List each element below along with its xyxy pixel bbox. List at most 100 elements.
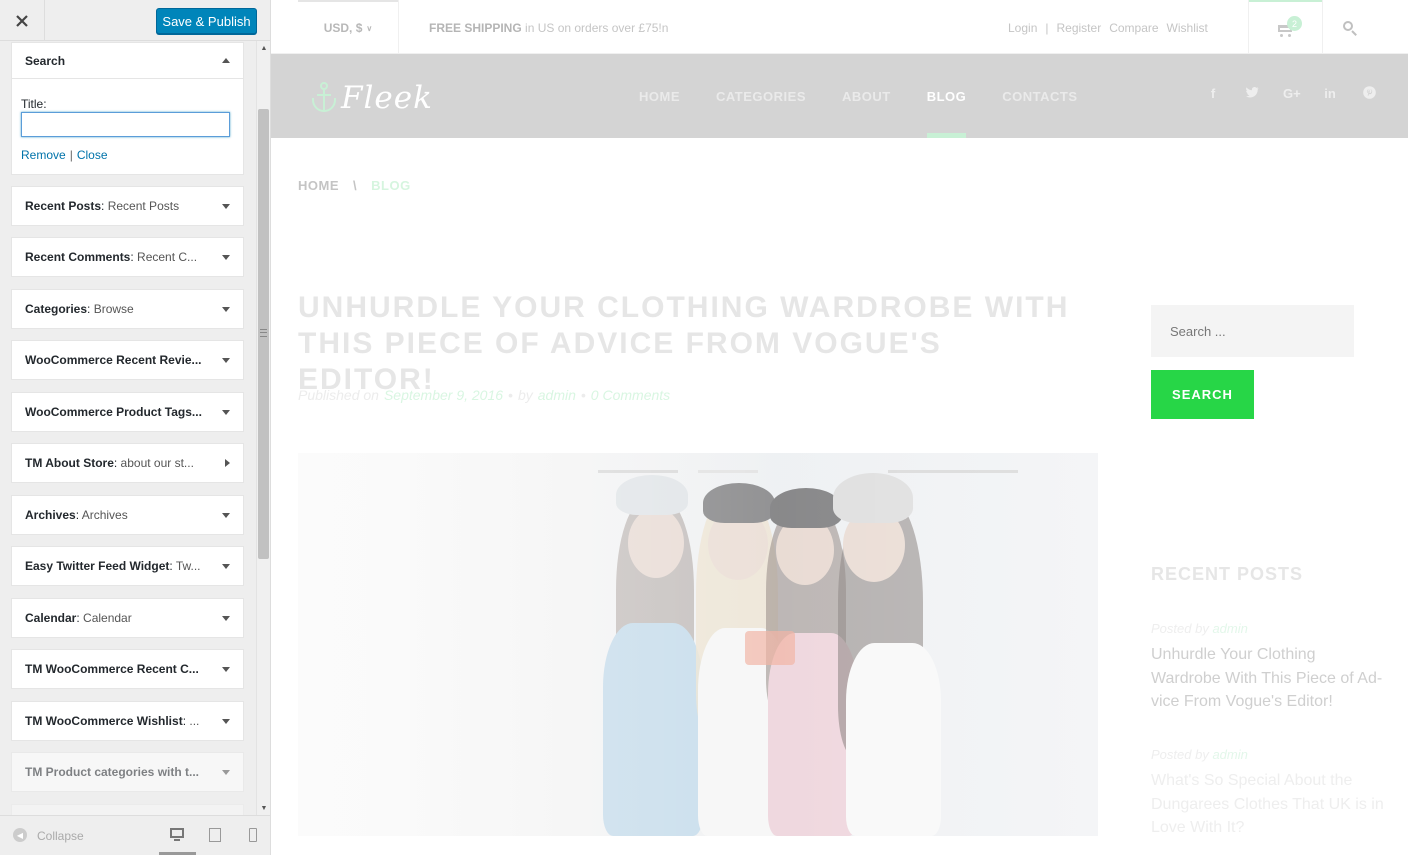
widget-type: TM About Store: [25, 456, 114, 470]
site-topbar: USD, $ ∨ FREE SHIPPING in US on orders o…: [271, 0, 1408, 54]
widget-type: Categories: [25, 302, 88, 316]
site-logo[interactable]: Fleek: [311, 80, 433, 116]
chevron-down-icon: ∨: [366, 23, 373, 33]
widget-instance-title: Archives: [81, 508, 128, 522]
widget-item[interactable]: Easy Twitter Feed Widget: Tw...: [11, 546, 244, 586]
expand-arrow-icon[interactable]: [222, 254, 230, 260]
customizer-sidebar: Save & Publish Search Title: Remove | Cl…: [0, 0, 271, 855]
nav-item-home[interactable]: HOME: [639, 54, 680, 138]
save-publish-button[interactable]: Save & Publish: [156, 8, 257, 34]
widget-type: Archives: [25, 508, 76, 522]
social-links: f G+ in: [1205, 86, 1377, 102]
expand-arrow-icon[interactable]: [222, 306, 230, 312]
nav-item-categories[interactable]: CATEGORIES: [716, 54, 806, 138]
sidebar-search-input[interactable]: Search ...: [1151, 305, 1354, 357]
facebook-icon[interactable]: f: [1205, 86, 1221, 102]
scroll-thumb[interactable]: [258, 109, 269, 559]
recent-post-link[interactable]: What's So Special About the Dungarees Cl…: [1151, 769, 1386, 840]
widget-item[interactable]: WooCommerce Recent Revie...: [11, 340, 244, 380]
expand-arrow-icon[interactable]: [222, 615, 230, 621]
sidebar-search-button[interactable]: SEARCH: [1151, 370, 1254, 419]
close-icon[interactable]: [0, 0, 45, 41]
nav-item-blog[interactable]: BLOG: [926, 54, 967, 138]
widget-item[interactable]: TM WooCommerce Recent C...: [11, 649, 244, 689]
currency-switcher[interactable]: USD, $ ∨: [298, 0, 398, 54]
mobile-icon[interactable]: [247, 828, 261, 842]
expand-arrow-icon[interactable]: [222, 357, 230, 363]
login-link[interactable]: Login: [1008, 21, 1037, 35]
customizer-footer: ◀ Collapse: [0, 815, 270, 855]
compare-link[interactable]: Compare: [1109, 21, 1158, 35]
title-label: Title:: [21, 97, 47, 111]
google-plus-icon[interactable]: G+: [1283, 86, 1301, 102]
shipping-notice: FREE SHIPPING in US on orders over £75!n: [429, 21, 668, 35]
widget-item[interactable]: Archives: Archives: [11, 495, 244, 535]
widget-item[interactable]: Categories: Browse: [11, 289, 244, 329]
expand-arrow-icon[interactable]: [225, 459, 230, 467]
search-icon[interactable]: [1343, 21, 1357, 36]
expand-arrow-icon[interactable]: [222, 203, 230, 209]
shipping-bold: FREE SHIPPING: [429, 21, 522, 35]
links-separator: |: [1045, 21, 1049, 35]
recent-post-author[interactable]: admin: [1212, 621, 1247, 636]
post-date-link[interactable]: September 9, 2016: [384, 387, 503, 403]
widget-item[interactable]: [11, 804, 244, 815]
twitter-icon[interactable]: [1244, 86, 1260, 102]
scroll-down-icon[interactable]: ▼: [257, 801, 271, 815]
widget-item[interactable]: WooCommerce Product Tags...: [11, 392, 244, 432]
widget-item[interactable]: Recent Comments: Recent C...: [11, 237, 244, 277]
breadcrumb: HOME \ BLOG: [298, 178, 411, 193]
recent-post-author[interactable]: admin: [1212, 747, 1247, 762]
widget-header[interactable]: Search: [12, 43, 243, 79]
breadcrumb-home[interactable]: HOME: [298, 178, 339, 193]
widget-instance-title: Recent Posts: [107, 199, 180, 213]
title-input[interactable]: [21, 112, 230, 137]
collapse-icon[interactable]: ◀: [13, 828, 27, 842]
shipping-text: in US on orders over £75!n: [521, 21, 669, 35]
widget-instance-title: about our st...: [120, 456, 194, 470]
meta-dot: •: [580, 387, 586, 403]
widget-item[interactable]: TM About Store: about our st...: [11, 443, 244, 483]
widget-item[interactable]: TM Product categories with t...: [11, 752, 244, 792]
scroll-up-icon[interactable]: ▲: [257, 41, 271, 55]
tablet-icon[interactable]: [208, 828, 222, 842]
nav-item-about[interactable]: ABOUT: [842, 54, 891, 138]
meta-dot: •: [508, 387, 513, 403]
actions-separator: |: [69, 148, 73, 162]
nav-item-contacts[interactable]: CONTACTS: [1002, 54, 1077, 138]
linkedin-icon[interactable]: in: [1322, 86, 1338, 102]
post-featured-image: [298, 453, 1098, 836]
recent-post-link[interactable]: Unhurdle Your Clothing Wardrobe With Thi…: [1151, 643, 1386, 714]
expand-arrow-icon[interactable]: [222, 769, 230, 775]
cart-button[interactable]: 2: [1249, 0, 1322, 54]
pinterest-icon[interactable]: [1361, 86, 1377, 102]
expand-arrow-icon[interactable]: [222, 409, 230, 415]
collapse-arrow-icon[interactable]: [222, 58, 230, 63]
widget-title: Search: [25, 53, 66, 68]
expand-arrow-icon[interactable]: [222, 512, 230, 518]
recent-posts-heading: RECENT POSTS: [1151, 564, 1304, 584]
posted-by-label: Posted by: [1151, 747, 1209, 762]
widget-instance-title: Browse: [93, 302, 134, 316]
widget-type: Easy Twitter Feed Widget: [25, 559, 170, 573]
widget-type: WooCommerce Product Tags...: [25, 405, 202, 419]
comments-link[interactable]: 0 Comments: [591, 387, 670, 403]
widget-list: Search Title: Remove | Close Recent Post…: [0, 41, 256, 815]
widget-item[interactable]: Recent Posts: Recent Posts: [11, 186, 244, 226]
widget-scrollbar[interactable]: ▲ ▼: [256, 41, 270, 815]
widget-item[interactable]: TM WooCommerce Wishlist: ...: [11, 701, 244, 741]
register-link[interactable]: Register: [1057, 21, 1102, 35]
close-link[interactable]: Close: [77, 148, 108, 162]
author-link[interactable]: admin: [538, 387, 576, 403]
scroll-grip-icon: [260, 329, 267, 337]
customizer-header: Save & Publish: [0, 0, 270, 41]
wishlist-link[interactable]: Wishlist: [1167, 21, 1208, 35]
recent-post-meta: Posted by admin: [1151, 621, 1248, 636]
collapse-button[interactable]: Collapse: [37, 829, 84, 843]
expand-arrow-icon[interactable]: [222, 563, 230, 569]
desktop-icon[interactable]: [170, 828, 184, 842]
widget-item[interactable]: Calendar: Calendar: [11, 598, 244, 638]
remove-link[interactable]: Remove: [21, 148, 66, 162]
expand-arrow-icon[interactable]: [222, 666, 230, 672]
expand-arrow-icon[interactable]: [222, 718, 230, 724]
